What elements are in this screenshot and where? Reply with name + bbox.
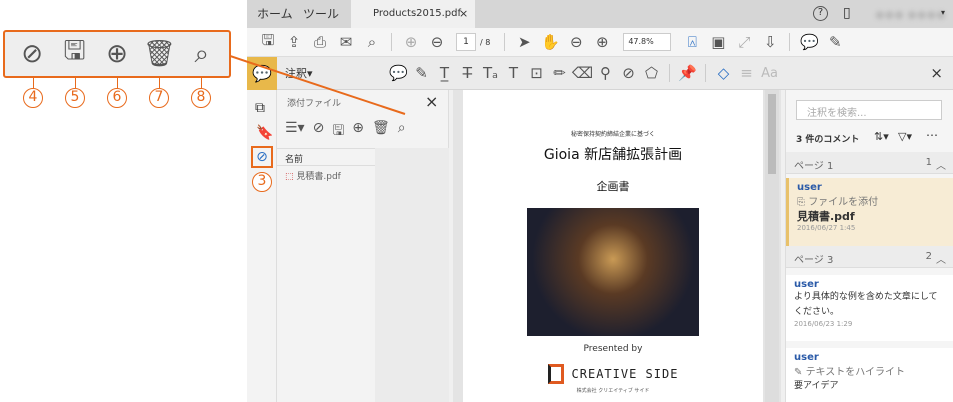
- attach-open-icon[interactable]: ⊘: [313, 120, 325, 144]
- callout-number: 3: [252, 172, 272, 192]
- attachment-toolbar-callout: ⊘ 🖫 ⊕ 🗑 ⌕: [3, 30, 231, 78]
- email-icon[interactable]: ✉: [333, 33, 359, 51]
- shapes-icon[interactable]: ⬠: [640, 64, 663, 82]
- add-text-icon[interactable]: T: [502, 64, 525, 82]
- fullscreen-icon[interactable]: ⤢: [731, 33, 757, 51]
- options-icon[interactable]: ☰▾: [285, 120, 305, 144]
- callout-leader-line: [230, 55, 406, 115]
- navigation-rail: ⧉ 🔖 ⊘ 3: [247, 90, 277, 402]
- comment-icon[interactable]: 💬: [796, 33, 822, 51]
- pen-icon[interactable]: ✎: [822, 33, 848, 51]
- text-box-icon[interactable]: ⊡: [525, 64, 548, 82]
- scrollbar[interactable]: [765, 90, 779, 402]
- attachments-panel: 添付ファイル × ☰▾⊘🖫⊕🗑⌕ 名前 説明 ⬚ 見積書.pdf: [277, 90, 449, 402]
- print-icon[interactable]: ⎙: [307, 33, 333, 51]
- fill-color-icon[interactable]: ◇: [712, 64, 735, 82]
- attach-file-icon[interactable]: ⊘: [617, 64, 640, 82]
- column-name[interactable]: 名前: [285, 152, 303, 165]
- company-name: 株式会社 クリエイティブ サイド: [576, 388, 650, 394]
- page-small-text: 秘密保持契約締結企業に基づく: [570, 131, 655, 138]
- tab-home[interactable]: ホーム: [257, 0, 293, 28]
- comments-panel: 注釈を検索... 3 件のコメント ⇅▾ ▽▾ ⋯ ページ 1 1 ︿ user ⎘…: [785, 90, 953, 402]
- pin-icon[interactable]: 📌: [676, 64, 699, 82]
- delete-icon: 🗑: [142, 39, 176, 69]
- close-tab-icon[interactable]: ×: [459, 7, 468, 20]
- page-subtitle: 企画書: [596, 180, 630, 193]
- pdf-icon: ⬚: [285, 172, 294, 182]
- comment-item[interactable]: user より具体的な例を含めた文章にしてください。 2016/06/23 1:…: [786, 275, 953, 341]
- callout-number: 6: [107, 88, 127, 108]
- comment-item[interactable]: user ✎ テキストをハイライト 要アイデア: [786, 348, 953, 402]
- tab-document[interactable]: Products2015.pdf ×: [351, 0, 475, 28]
- delete-icon[interactable]: 🗑: [372, 120, 390, 144]
- eraser-icon[interactable]: ⌫: [571, 64, 594, 82]
- callout-number: 8: [191, 88, 211, 108]
- attach-search-icon[interactable]: ⌕: [398, 120, 406, 144]
- close-annotation-icon[interactable]: ×: [930, 64, 943, 82]
- hand-tool-icon[interactable]: ✋: [537, 33, 563, 51]
- comment-item[interactable]: user ⎘ ファイルを添付 見積書.pdf 2016/06/27 1:45: [786, 178, 953, 246]
- attach-open-icon: ⊘: [21, 39, 44, 69]
- tab-bar: ホーム ツール Products2015.pdf × ? ▯ ●●● ●●●● …: [247, 0, 953, 28]
- filter-icon[interactable]: ▽▾: [898, 130, 912, 143]
- restaurant-photo: [527, 208, 699, 336]
- pencil-icon[interactable]: ✏: [548, 64, 571, 82]
- page-group-header[interactable]: ページ 3 2 ︿: [786, 246, 953, 268]
- comment-search-input[interactable]: 注釈を検索...: [796, 100, 942, 120]
- callout-number: 7: [149, 88, 169, 108]
- scroll-mode-icon[interactable]: ⇩: [757, 33, 783, 51]
- upload-icon[interactable]: ⇪: [281, 33, 307, 51]
- select-arrow-icon[interactable]: ➤: [511, 33, 537, 51]
- help-icon[interactable]: ?: [813, 6, 828, 21]
- callout-number: 5: [65, 88, 85, 108]
- attach-add-icon: ⊕: [106, 39, 128, 69]
- close-panel-icon[interactable]: ×: [425, 92, 438, 111]
- attach-search-icon: ⌕: [194, 38, 210, 69]
- tab-tools[interactable]: ツール: [303, 0, 339, 28]
- comment-count: 3 件のコメント: [796, 135, 860, 145]
- list-item[interactable]: ⬚ 見積書.pdf: [285, 169, 341, 182]
- fit-page-icon[interactable]: ⍓: [679, 33, 705, 51]
- bookmark-icon[interactable]: 🔖: [256, 125, 273, 141]
- document-tab-title: Products2015.pdf: [373, 8, 462, 19]
- page-group-header[interactable]: ページ 1 1 ︿: [786, 152, 953, 174]
- account-dropdown-icon[interactable]: ▾: [941, 8, 945, 17]
- sort-icon[interactable]: ⇅▾: [874, 130, 889, 143]
- underline-icon[interactable]: T̲: [433, 64, 456, 82]
- attach-save-icon: 🖫: [63, 36, 86, 66]
- line-width-icon[interactable]: ≡: [735, 64, 758, 82]
- highlight-icon[interactable]: ✎: [410, 64, 433, 82]
- callout-number: 4: [23, 88, 43, 108]
- prev-page-icon[interactable]: ⊕: [398, 33, 424, 51]
- strikethrough-icon[interactable]: T̶: [456, 64, 479, 82]
- page-total: / 8: [480, 37, 491, 47]
- attach-add-icon[interactable]: ⊕: [352, 120, 364, 144]
- font-size-icon[interactable]: Aa: [758, 66, 781, 81]
- zoom-out-icon[interactable]: ⊖: [563, 33, 589, 51]
- zoom-in-icon[interactable]: ⊕: [589, 33, 615, 51]
- stamp-icon[interactable]: ⚲: [594, 64, 617, 82]
- page-number-input[interactable]: 1: [456, 33, 476, 51]
- page-display-icon[interactable]: ▣: [705, 33, 731, 51]
- more-options-icon[interactable]: ⋯: [926, 128, 938, 142]
- account-name[interactable]: ●●● ●●●●: [875, 8, 946, 21]
- callout-numbers: 4 5 6 7 8: [12, 78, 222, 108]
- attach-save-icon[interactable]: 🖫: [332, 120, 344, 144]
- mobile-icon[interactable]: ▯: [843, 5, 851, 21]
- presented-by: Presented by: [583, 344, 643, 354]
- attachments-icon[interactable]: ⊘: [251, 146, 273, 168]
- company-logo: CREATIVE SIDE: [463, 364, 763, 384]
- search-icon[interactable]: ⌕: [359, 33, 385, 51]
- pdf-page: 秘密保持契約締結企業に基づく Gioia 新店舗拡張計画 企画書 Present…: [463, 90, 763, 402]
- next-page-icon[interactable]: ⊖: [424, 33, 450, 51]
- zoom-select[interactable]: 47.8%: [623, 33, 672, 51]
- page-title: Gioia 新店舗拡張計画: [543, 147, 683, 163]
- replace-text-icon[interactable]: Tₐ: [479, 64, 502, 82]
- document-view: 秘密保持契約締結企業に基づく Gioia 新店舗拡張計画 企画書 Present…: [453, 90, 781, 402]
